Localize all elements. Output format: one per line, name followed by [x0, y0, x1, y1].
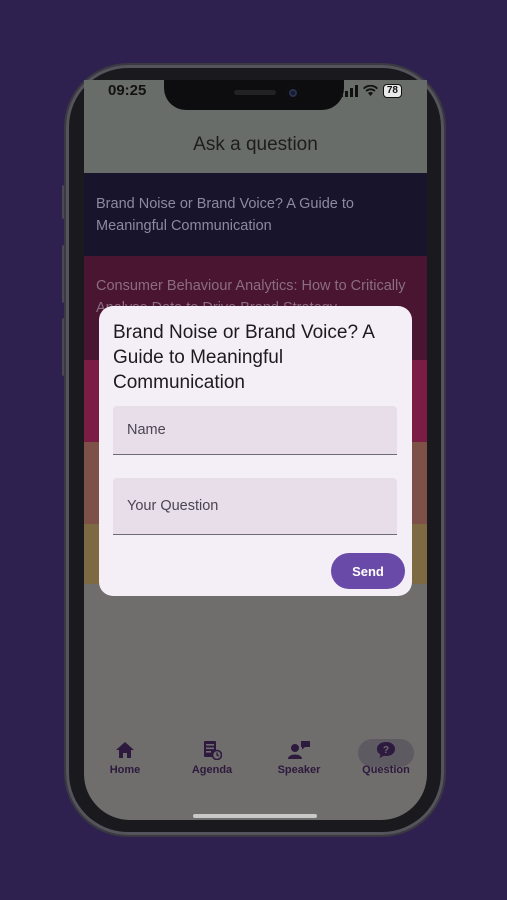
- list-item-title: Brand Noise or Brand Voice? A Guide to M…: [96, 196, 354, 234]
- status-icons: 78: [339, 84, 402, 98]
- speaker-icon: [288, 741, 310, 759]
- bottom-navigation: Home Agenda Speaker ? Question: [84, 736, 427, 796]
- nav-label: Home: [109, 764, 141, 776]
- page-title: Ask a question: [193, 134, 318, 155]
- agenda-icon: [204, 741, 222, 760]
- camera-icon: [286, 86, 300, 100]
- home-indicator[interactable]: [193, 814, 317, 818]
- name-input[interactable]: [113, 406, 397, 454]
- earpiece: [234, 90, 276, 95]
- dialog-title: Brand Noise or Brand Voice? A Guide to M…: [113, 322, 374, 393]
- send-button[interactable]: Send: [331, 553, 405, 589]
- nav-label: Question: [362, 764, 410, 776]
- nav-label: Agenda: [191, 764, 233, 776]
- notch: [164, 80, 344, 110]
- signal-icon: [339, 85, 358, 97]
- list-item[interactable]: Brand Noise or Brand Voice? A Guide to M…: [84, 173, 427, 256]
- battery-icon: 78: [382, 84, 402, 98]
- nav-item-speaker[interactable]: Speaker: [264, 736, 334, 776]
- wifi-icon: [362, 85, 378, 96]
- name-field[interactable]: [113, 406, 397, 455]
- nav-item-agenda[interactable]: Agenda: [177, 736, 247, 776]
- nav-item-question[interactable]: ? Question: [351, 736, 421, 776]
- nav-item-home[interactable]: Home: [90, 736, 160, 776]
- question-icon: ?: [377, 742, 395, 758]
- home-icon: [116, 742, 134, 758]
- question-field[interactable]: [113, 478, 397, 535]
- status-time: 09:25: [108, 82, 147, 99]
- svg-text:?: ?: [383, 745, 389, 756]
- nav-label: Speaker: [277, 764, 321, 776]
- question-input[interactable]: [113, 478, 397, 534]
- ask-question-dialog: Brand Noise or Brand Voice? A Guide to M…: [99, 306, 412, 596]
